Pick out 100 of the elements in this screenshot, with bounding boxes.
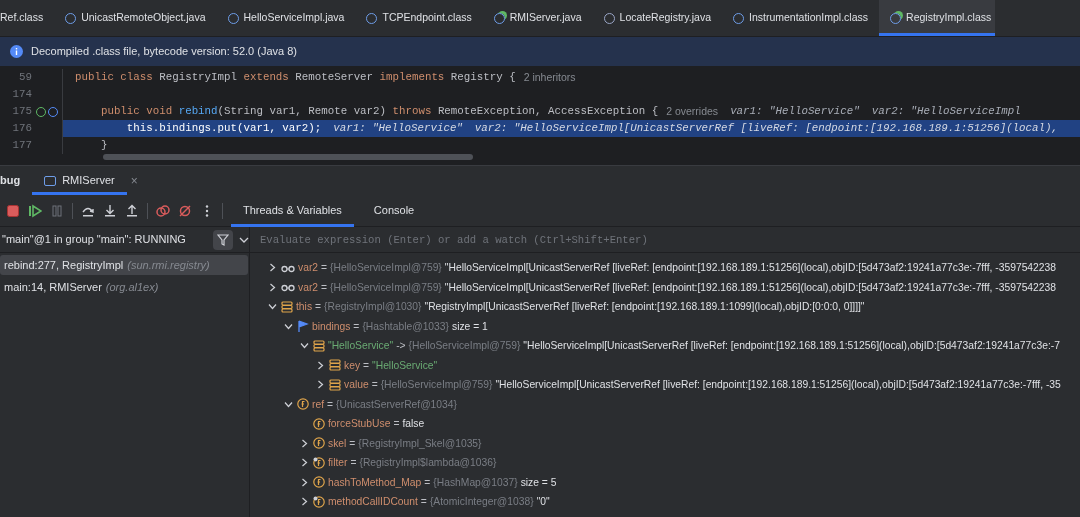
code-text: Registry { — [450, 70, 516, 86]
variable-value: "HelloServiceImpl[UnicastServerRef [liveRef: [endpoint:[192.168.189.1:51256](local),objID:[5d473af2:19241a77c3e:-7fff, -3597542238 — [444, 261, 1056, 276]
separator: = — [321, 280, 328, 295]
variable-value: size = 5 — [520, 475, 557, 490]
code-text: } — [99, 138, 108, 154]
variable-type: {UnicastServerRef@1034} — [336, 397, 457, 412]
stack-icon — [329, 359, 341, 372]
code-keyword: this — [125, 121, 153, 137]
step-into-icon[interactable] — [103, 203, 117, 218]
separator: = — [327, 397, 334, 412]
chevron-down-icon[interactable] — [283, 321, 293, 331]
stack-icon — [313, 339, 325, 352]
mute-breakpoints-icon[interactable] — [178, 203, 192, 218]
code-field: bindings — [159, 120, 212, 137]
inline-value: var1: "HelloService" — [730, 104, 860, 120]
field-icon — [313, 456, 325, 469]
chevron-down-icon[interactable] — [283, 399, 293, 409]
stack-icon — [281, 300, 293, 313]
variable-type: {HelloServiceImpl@759} — [330, 280, 442, 295]
variable-name: methodCallIDCount — [328, 495, 418, 510]
variable-type: {Hashtable@1033} — [362, 319, 449, 334]
variable-value: "HelloService" — [372, 358, 438, 373]
frame-method: rebind:277, RegistryImpl — [4, 257, 124, 273]
separator: = — [321, 261, 328, 276]
separator: = — [371, 378, 378, 393]
frame-package: (org.al1ex) — [105, 279, 159, 295]
separator: = — [424, 475, 431, 490]
chevron-right-icon[interactable] — [267, 263, 277, 273]
code-keyword: throws — [392, 104, 433, 120]
code-keyword: extends — [243, 70, 290, 86]
separator: = — [350, 456, 357, 471]
editor-tab[interactable]: Ref.class — [0, 0, 55, 36]
separator: -> — [396, 339, 406, 354]
variable-name: value — [344, 378, 369, 393]
chevron-down-icon[interactable] — [299, 341, 309, 351]
variable-type: {HelloServiceImpl@759} — [408, 339, 521, 354]
variable-name: key — [344, 358, 361, 373]
editor-tab[interactable]: RegistryImpl.class — [879, 0, 996, 36]
line-number: 174 — [11, 87, 32, 103]
editor-tab[interactable]: UnicastRemoteObject.java — [54, 0, 217, 36]
tool-tab[interactable]: RMIServer — [32, 166, 127, 195]
stack-frame[interactable]: main:14, RMIServer (org.al1ex) — [0, 277, 249, 297]
variable-name: skel — [328, 436, 347, 451]
resume-icon[interactable] — [28, 203, 42, 218]
editor-tab[interactable]: HelloServiceImpl.java — [216, 0, 356, 36]
variable-value: "HelloServiceImpl[UnicastServerRef [liveRef: [endpoint:[192.168.189.1:51256](local),objID:[5d473af2:19241a77c3e:-7fff, -35 — [495, 378, 1061, 393]
field-icon — [313, 417, 325, 430]
field-icon — [313, 495, 325, 508]
stop-icon[interactable] — [6, 203, 20, 218]
variable-value: "HelloServiceImpl[UnicastServerRef [liveRef: [endpoint:[192.168.189.1:51256](local),objID:[5d473af2:19241a77c3e:-7 — [523, 339, 1060, 354]
variable-value: "HelloServiceImpl[UnicastServerRef [liveRef: [endpoint:[192.168.189.1:51256](local),objID:[5d473af2:19241a77c3e:-7fff, -3597542238 — [444, 280, 1056, 295]
stack-frame[interactable]: rebind:277, RegistryImpl (sun.rmi.registry) — [0, 255, 248, 275]
chevron-right-icon[interactable] — [299, 458, 309, 468]
inline-value: var2: "HelloServiceImpl[UnicastServerRef [liveRef: [endpoint:[192.168.189.1:51256](local), — [474, 121, 1058, 137]
thread-selector[interactable]: "main"@1 in group "main": RUNNING — [2, 231, 207, 248]
variable-type: {RegistryImpl_Skel@1035} — [358, 436, 482, 451]
info-icon — [10, 45, 23, 58]
field-icon — [313, 437, 325, 450]
view-tab[interactable]: Console — [361, 194, 427, 227]
editor-tab[interactable]: RMIServer.java — [482, 0, 593, 36]
line-number: 59 — [18, 70, 32, 86]
chevron-right-icon[interactable] — [315, 380, 325, 390]
editor-tab[interactable]: TCPEndpoint.class — [355, 0, 483, 36]
inline-value: var2: "HelloServiceImpl — [871, 104, 1021, 120]
chevron-right-icon[interactable] — [267, 282, 277, 292]
banner-text: Decompiled .class file, bytecode version: 52.0 (Java 8) — [31, 44, 297, 60]
code-text: RemoteServer — [295, 70, 375, 86]
view-tab[interactable]: Threads & Variables — [231, 194, 354, 227]
scrollbar-thumb[interactable] — [103, 154, 473, 160]
code-text: RemoteException, AccessException { — [437, 104, 659, 120]
editor-tab[interactable]: InstrumentationImpl.class — [722, 0, 880, 36]
variable-name: filter — [328, 456, 348, 471]
separator: = — [420, 495, 427, 510]
variable-value: "RegistryImpl[UnicastServerRef [liveRef: [endpoint:[192.168.189.1:1099](local),objID:[0:0:0, 0]]]]" — [424, 300, 865, 315]
code-method: rebind — [178, 104, 218, 120]
separator: = — [315, 300, 322, 315]
chevron-right-icon[interactable] — [315, 360, 325, 370]
step-out-icon[interactable] — [125, 203, 139, 218]
code-hint[interactable]: 2 inheritors — [523, 69, 576, 86]
filter-icon — [217, 233, 229, 246]
frame-package: (sun.rmi.registry) — [127, 257, 210, 273]
close-button[interactable]: × — [126, 166, 142, 195]
variable-type: {RegistryImpl$lambda@1036} — [359, 456, 497, 471]
chevron-right-icon[interactable] — [299, 477, 309, 487]
frame-method: main:14, RMIServer — [4, 279, 102, 295]
code-hint[interactable]: 2 overrides — [666, 103, 719, 120]
chevron-right-icon[interactable] — [299, 497, 309, 507]
variable-value: size = 1 — [452, 319, 488, 334]
chevron-down-icon[interactable] — [267, 302, 277, 312]
filter-button[interactable] — [213, 229, 233, 250]
line-number: 177 — [11, 138, 32, 154]
separator: = — [349, 436, 356, 451]
variable-value: "0" — [536, 495, 550, 510]
separator: = — [363, 358, 370, 373]
tool-tab[interactable]: bug — [0, 166, 33, 195]
line-number: 176 — [11, 121, 32, 137]
editor-tab[interactable]: LocateRegistry.java — [592, 0, 722, 36]
chevron-right-icon[interactable] — [299, 438, 309, 448]
breakpoints-icon[interactable] — [156, 203, 170, 218]
variable-name: bindings — [312, 319, 351, 334]
